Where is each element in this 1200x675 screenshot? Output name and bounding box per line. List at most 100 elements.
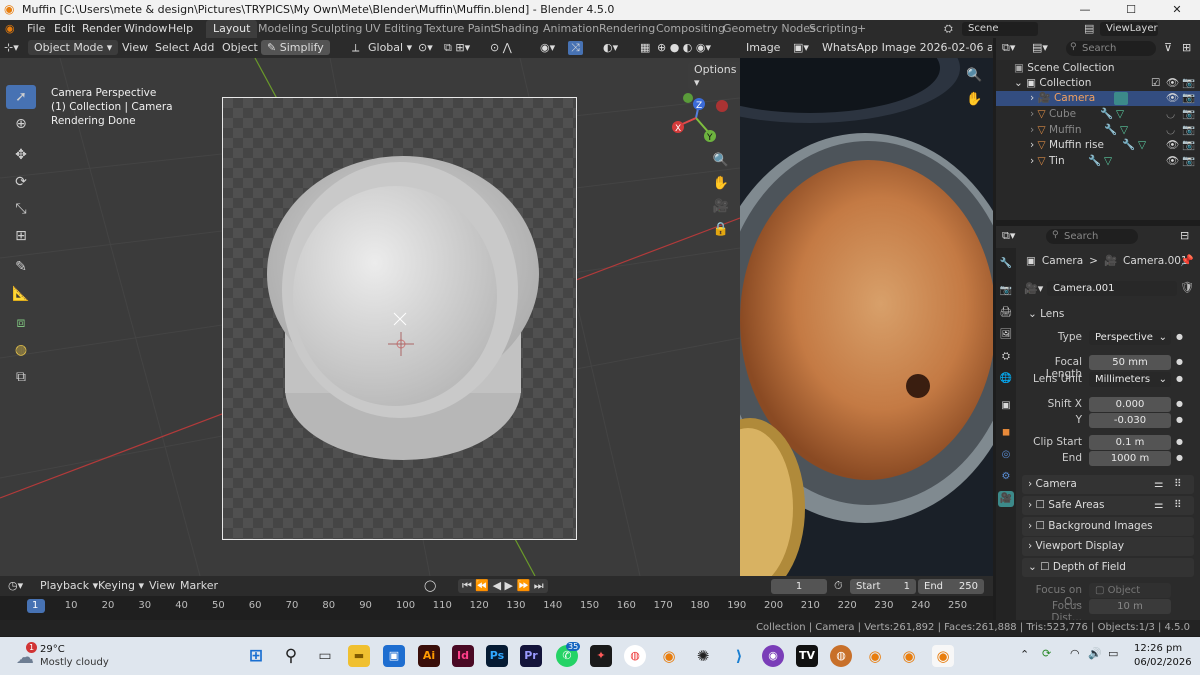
- menu-window[interactable]: Window: [124, 22, 167, 35]
- end-frame-field[interactable]: End 250: [918, 579, 984, 594]
- zoom-icon[interactable]: 🔍: [712, 153, 730, 171]
- add-object-tool-icon[interactable]: ⧉: [6, 365, 36, 389]
- lens-unit-select[interactable]: Millimeters ⌄: [1089, 372, 1171, 387]
- outliner-search-input[interactable]: Search: [1066, 41, 1156, 56]
- shading-modes[interactable]: ⊕ ● ◐ ◉▾: [657, 41, 711, 54]
- safe-areas-panel[interactable]: › ☐ Safe Areas ⚌ ⠿: [1022, 496, 1194, 515]
- outliner-new-collection-icon[interactable]: ⊞: [1182, 41, 1191, 54]
- menu-object[interactable]: Object: [222, 41, 258, 54]
- focal-length-field[interactable]: 50 mm: [1089, 355, 1171, 370]
- editor-type-icon[interactable]: ⊹▾: [4, 41, 19, 54]
- clock-time[interactable]: 12:26 pm: [1134, 643, 1182, 654]
- measure-tool-icon[interactable]: 📐: [6, 282, 36, 306]
- camera-expand-icon[interactable]: ›: [1030, 92, 1034, 104]
- minimize-button[interactable]: —: [1062, 0, 1108, 20]
- image-zoom-icon[interactable]: 🔍: [966, 68, 982, 83]
- menu-file[interactable]: File: [27, 22, 45, 35]
- weather-temp[interactable]: 29°C: [40, 644, 65, 655]
- clock-date[interactable]: 06/02/2026: [1134, 657, 1192, 668]
- tin-expand-icon[interactable]: ›: [1030, 155, 1034, 167]
- muffin-visibility-icon[interactable]: ◡: [1166, 123, 1175, 138]
- panel-drag-icon[interactable]: ⠿: [1174, 496, 1182, 515]
- preview-range-icon[interactable]: ⏱: [834, 579, 843, 593]
- menu-add[interactable]: Add: [193, 41, 214, 54]
- clip-start-field[interactable]: 0.1 m: [1089, 435, 1171, 450]
- davinci-icon[interactable]: ✺: [692, 645, 714, 667]
- lens-type-select[interactable]: Perspective ⌄: [1089, 330, 1171, 345]
- outliner-editor-type-icon[interactable]: ⧉▾: [1002, 41, 1015, 55]
- mode-selector[interactable]: Object Mode ▾: [28, 40, 119, 55]
- move-tool-icon[interactable]: ✥: [6, 143, 36, 167]
- keyframe-dot-icon[interactable]: ●: [1176, 374, 1183, 383]
- properties-search-input[interactable]: Search: [1046, 229, 1138, 244]
- view-layer-selector[interactable]: ViewLayer: [1100, 22, 1158, 36]
- transform-orientation-selector[interactable]: Global ▾: [368, 41, 412, 54]
- close-button[interactable]: ✕: [1154, 0, 1200, 20]
- keyframe-dot-icon[interactable]: ●: [1176, 437, 1183, 446]
- blender-taskbar-icon-2[interactable]: ◉: [864, 645, 886, 667]
- file-explorer-icon[interactable]: ▬: [348, 645, 370, 667]
- image-name[interactable]: WhatsApp Image 2026-02-06 at 7.19.3: [822, 41, 992, 54]
- timeline-view-menu[interactable]: View: [149, 579, 175, 592]
- search-icon[interactable]: ⚲: [280, 645, 302, 667]
- shift-y-field[interactable]: -0.030: [1089, 413, 1171, 428]
- outliner-item-camera[interactable]: › 🎥 Camera 👁 📷: [996, 91, 1200, 106]
- navigation-gizmo[interactable]: Z X Y: [666, 90, 732, 146]
- reference-photo[interactable]: 🔍 ✋: [740, 58, 993, 576]
- keyframe-dot-icon[interactable]: ●: [1176, 357, 1183, 366]
- microsoft-store-icon[interactable]: ▣: [383, 645, 405, 667]
- start-frame-field[interactable]: Start 1: [850, 579, 916, 594]
- tray-overflow-icon[interactable]: ⌃: [1020, 648, 1029, 661]
- panel-presets-icon[interactable]: ⚌: [1154, 496, 1163, 515]
- panel-drag-icon[interactable]: ⠿: [1174, 475, 1182, 494]
- camera-render-icon[interactable]: 📷: [1182, 91, 1195, 106]
- rotate-tool-icon[interactable]: ⟳: [6, 170, 36, 194]
- image-menu[interactable]: Image: [746, 41, 780, 54]
- camera-visibility-icon[interactable]: 👁: [1166, 91, 1179, 106]
- focus-object-field[interactable]: ▢ Object: [1089, 583, 1171, 598]
- figma-icon[interactable]: ✦: [590, 645, 612, 667]
- options-button[interactable]: Options ▾: [688, 62, 740, 90]
- collection-tab-icon[interactable]: ▣: [998, 398, 1014, 414]
- wifi-icon[interactable]: ◠: [1070, 647, 1080, 660]
- tin-render-icon[interactable]: 📷: [1182, 154, 1195, 169]
- xray-icon[interactable]: ▦: [640, 41, 650, 54]
- menu-view[interactable]: View: [122, 41, 148, 54]
- outliner-display-mode-icon[interactable]: ▤▾: [1032, 41, 1048, 54]
- menu-edit[interactable]: Edit: [54, 22, 75, 35]
- object-tab-icon[interactable]: ◼: [998, 425, 1014, 441]
- outliner-item-tin[interactable]: › ▽ Tin 🔧 ▽ 👁 📷: [996, 154, 1200, 169]
- collection-checkbox-icon[interactable]: ☑: [1151, 76, 1160, 91]
- blender-taskbar-icon[interactable]: ◉: [658, 645, 680, 667]
- start-button-icon[interactable]: ⊞: [245, 645, 267, 667]
- scale-tool-icon[interactable]: ⤡: [6, 197, 36, 221]
- menu-select[interactable]: Select: [155, 41, 189, 54]
- maximize-button[interactable]: ☐: [1108, 0, 1154, 20]
- gizmo-toggle-icon[interactable]: ⤨: [568, 41, 583, 55]
- transform-tool-icon[interactable]: ⊞: [6, 224, 36, 248]
- add-workspace-button[interactable]: +: [850, 20, 873, 38]
- muffin-render-icon[interactable]: 📷: [1182, 123, 1195, 138]
- visibility-icon[interactable]: ◉▾: [540, 41, 555, 54]
- keying-menu[interactable]: Keying ▾: [98, 579, 144, 592]
- playback-controls[interactable]: ⏮ ⏪ ◀ ▶ ⏩ ⏭: [458, 579, 548, 593]
- properties-editor-type-icon[interactable]: ⧉▾: [1002, 229, 1015, 243]
- select-box-tool-icon[interactable]: ➚: [6, 85, 36, 109]
- background-images-panel[interactable]: › ☐ Background Images: [1022, 517, 1194, 536]
- timeline-editor-type-icon[interactable]: ◷▾: [8, 579, 23, 592]
- premiere-icon[interactable]: Pr: [520, 645, 542, 667]
- output-tab-icon[interactable]: 🖨: [998, 305, 1014, 321]
- viewport-display-panel[interactable]: › Viewport Display: [1022, 537, 1194, 556]
- pivot-icon[interactable]: ⊙▾: [418, 41, 433, 54]
- camera-view-icon[interactable]: 🎥: [712, 199, 730, 217]
- scene-tab-icon[interactable]: ⛭: [998, 349, 1014, 365]
- image-pan-icon[interactable]: ✋: [966, 92, 982, 107]
- illustrator-icon[interactable]: Ai: [418, 645, 440, 667]
- tray-sync-icon[interactable]: ⟳: [1042, 647, 1051, 660]
- muffin-rise-expand-icon[interactable]: ›: [1030, 139, 1034, 151]
- cube-expand-icon[interactable]: ›: [1030, 108, 1034, 120]
- menu-help[interactable]: Help: [168, 22, 193, 35]
- render-tab-icon[interactable]: 📷: [998, 283, 1014, 299]
- collection-visibility-icon[interactable]: 👁: [1166, 76, 1179, 91]
- snap-icon[interactable]: ⧉ ⊞▾: [444, 41, 470, 55]
